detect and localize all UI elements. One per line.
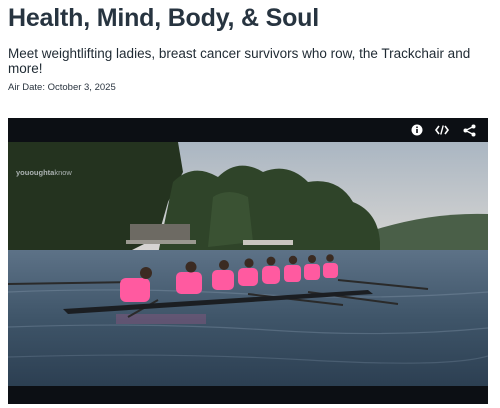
- info-icon[interactable]: [409, 122, 425, 138]
- video-frame[interactable]: yououghtaknow: [8, 142, 488, 386]
- video-watermark: yououghtaknow: [16, 168, 72, 177]
- page-title: Health, Mind, Body, & Soul: [8, 4, 319, 32]
- player-control-bar: [8, 118, 488, 142]
- share-icon[interactable]: [461, 122, 477, 138]
- video-player[interactable]: yououghtaknow: [8, 118, 488, 404]
- rowing-scene-image: [8, 142, 488, 386]
- embed-code-icon[interactable]: [434, 122, 450, 138]
- air-date: Air Date: October 3, 2025: [8, 82, 116, 93]
- page-subtitle: Meet weightlifting ladies, breast cancer…: [8, 46, 471, 76]
